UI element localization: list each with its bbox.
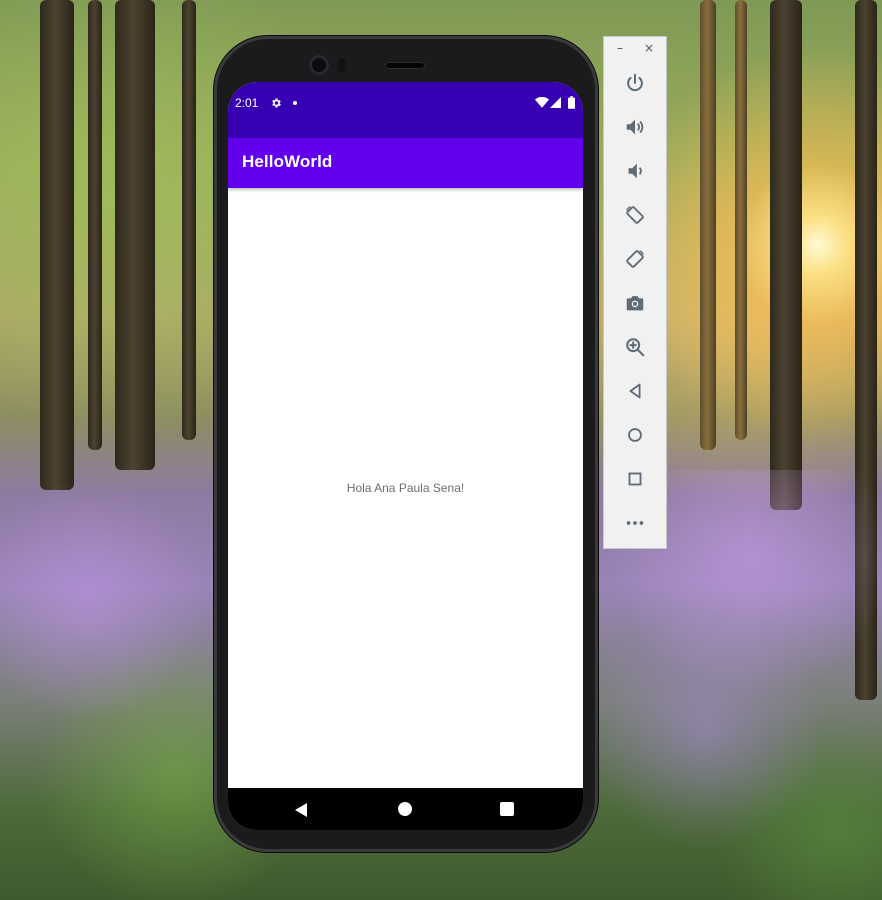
status-bar[interactable]: 2:01 [228,82,583,138]
volume-down-icon [628,163,642,179]
phone-frame: 2:01 HelloWorld Hola Ana Paula Sena! [214,36,598,852]
power-button[interactable] [621,69,649,97]
tree-trunk [88,0,102,450]
nav-recents-icon[interactable] [500,802,514,816]
volume-up-icon [626,119,644,135]
status-time: 2:01 [235,96,259,110]
home-button[interactable] [621,421,649,449]
tree-trunk [115,0,155,470]
hello-message: Hola Ana Paula Sena! [346,481,465,495]
nav-home-icon[interactable] [398,802,412,816]
earpiece-speaker [385,62,425,69]
tree-trunk [770,0,802,510]
rotate-right-icon [626,250,644,268]
tree-trunk [700,0,716,450]
emulator-toolbar: – × [603,36,667,549]
navigation-bar [228,788,583,830]
minimize-button[interactable]: – [617,41,623,55]
battery-icon [568,96,575,109]
tree-trunk [182,0,196,440]
app-title: HelloWorld [242,152,333,171]
nav-back-icon[interactable] [295,803,307,817]
power-icon [627,73,643,92]
camera-icon [626,296,644,311]
app-bar: HelloWorld [228,138,583,188]
wifi-icon [535,97,549,108]
rotate-right-button[interactable] [621,245,649,273]
volume-up-button[interactable] [621,113,649,141]
screenshot-button[interactable] [621,289,649,317]
back-button[interactable] [621,377,649,405]
tree-trunk [735,0,747,440]
tree-trunk [40,0,74,490]
back-icon [629,383,641,399]
proximity-sensor [338,58,346,72]
notification-dot-icon [293,101,297,105]
close-button[interactable]: × [644,41,654,55]
zoom-icon [626,338,645,357]
front-camera [309,55,329,75]
more-button[interactable] [621,509,649,537]
volume-down-button[interactable] [621,157,649,185]
rotate-left-button[interactable] [621,201,649,229]
settings-gear-icon [272,98,281,108]
zoom-button[interactable] [621,333,649,361]
overview-icon [628,472,642,486]
overview-button[interactable] [621,465,649,493]
rotate-left-icon [626,206,644,224]
cell-signal-icon [550,97,561,108]
home-icon [628,428,642,442]
device-screen[interactable]: 2:01 HelloWorld Hola Ana Paula Sena! [228,82,583,830]
more-icon [626,521,644,525]
